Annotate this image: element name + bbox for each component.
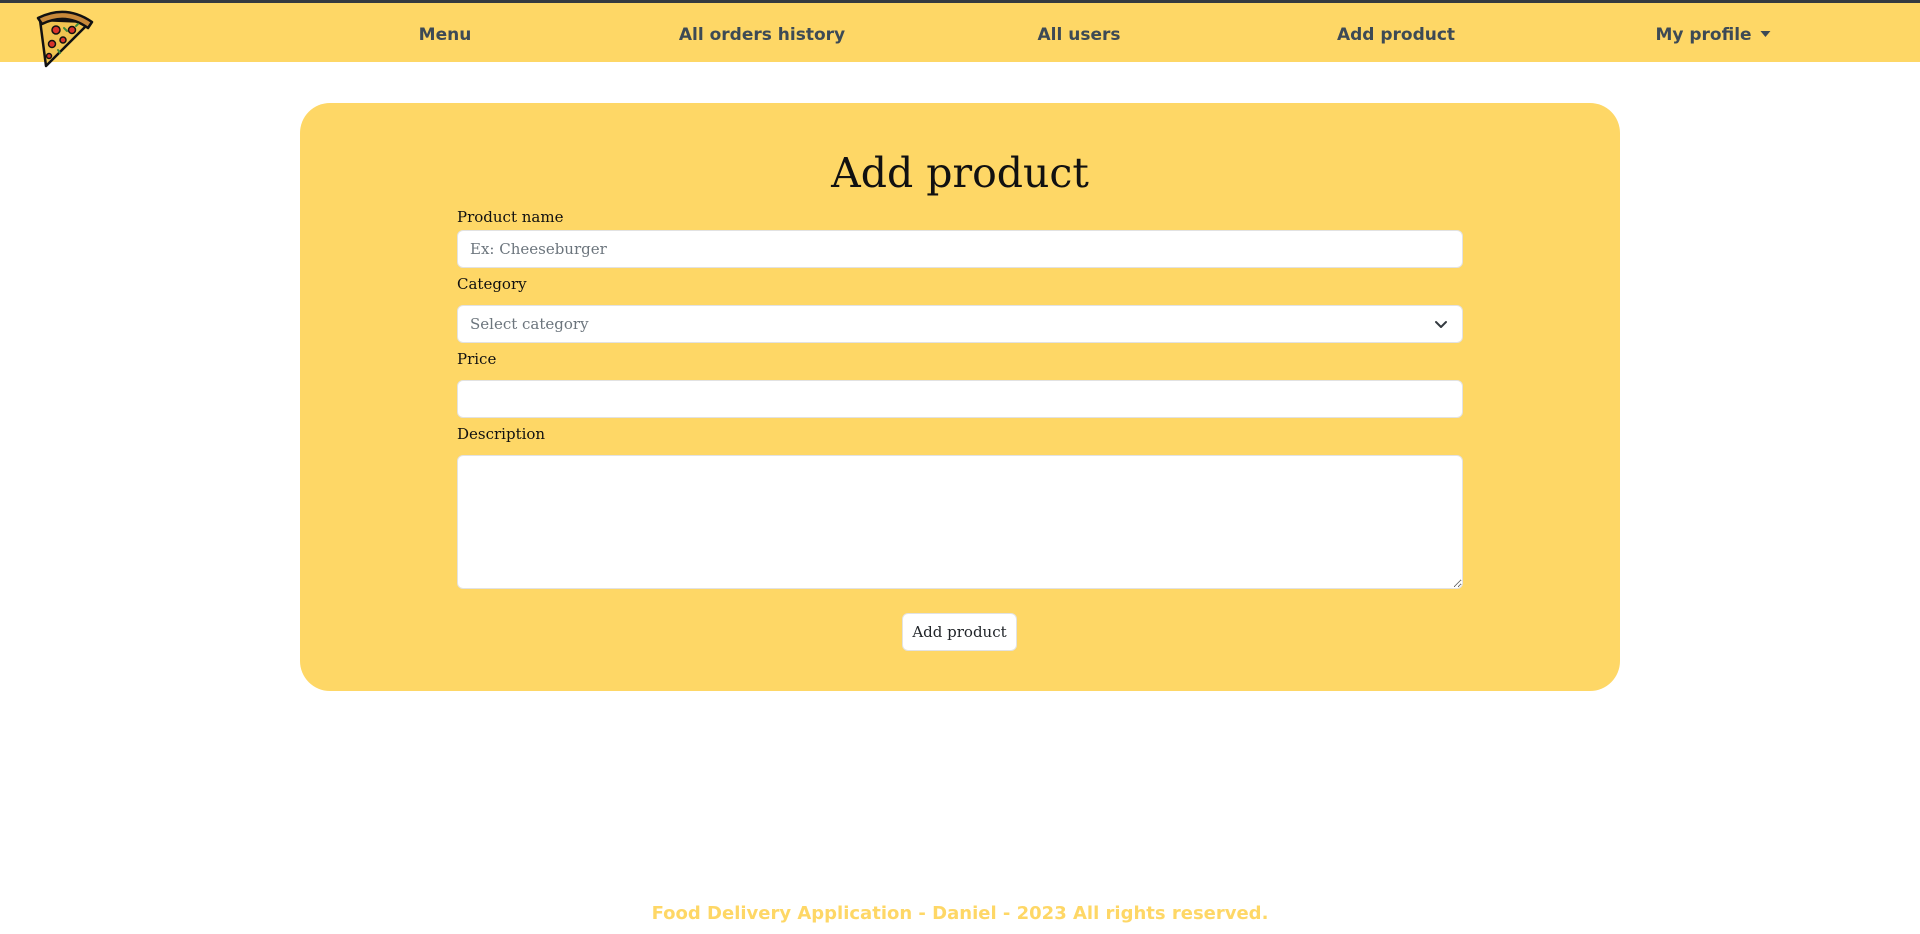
page-title: Add product bbox=[831, 149, 1089, 197]
footer-copyright: Food Delivery Application - Daniel - 202… bbox=[651, 903, 1269, 924]
nav-menu-link[interactable]: Menu bbox=[419, 25, 472, 45]
navbar: Menu All orders history All users Add pr… bbox=[0, 3, 1920, 68]
add-product-card: Add product Product name Category Select… bbox=[300, 103, 1620, 691]
my-profile-dropdown[interactable]: My profile bbox=[1655, 25, 1771, 45]
category-label: Category bbox=[457, 275, 527, 293]
caret-down-icon bbox=[1760, 31, 1771, 37]
add-product-button[interactable]: Add product bbox=[902, 613, 1017, 651]
category-select[interactable]: Select category bbox=[457, 305, 1463, 343]
nav-all-users-link[interactable]: All users bbox=[1038, 25, 1121, 45]
product-name-input[interactable] bbox=[457, 230, 1463, 268]
category-selected-value: Select category bbox=[470, 315, 589, 333]
chevron-down-icon bbox=[1435, 321, 1447, 328]
pizza-slice-icon[interactable] bbox=[36, 6, 94, 68]
price-label: Price bbox=[457, 350, 497, 368]
nav-all-orders-history-link[interactable]: All orders history bbox=[679, 25, 845, 45]
price-input[interactable] bbox=[457, 380, 1463, 418]
nav-add-product-link[interactable]: Add product bbox=[1337, 25, 1455, 45]
my-profile-label: My profile bbox=[1655, 25, 1752, 45]
product-name-label: Product name bbox=[457, 208, 564, 226]
description-label: Description bbox=[457, 425, 546, 443]
description-textarea[interactable] bbox=[457, 455, 1463, 589]
